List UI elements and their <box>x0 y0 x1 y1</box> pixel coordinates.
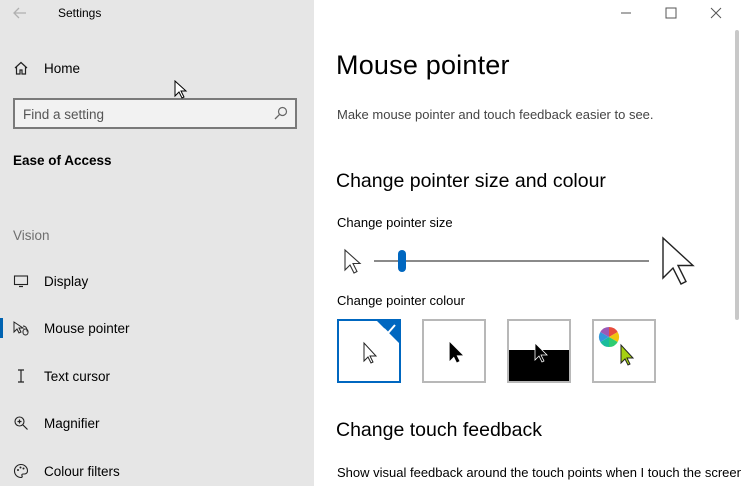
sidebar-item-label: Mouse pointer <box>44 320 130 336</box>
text-cursor-icon <box>12 367 30 385</box>
large-pointer-icon <box>662 236 695 285</box>
search-box[interactable] <box>13 98 297 129</box>
custom-pointer-icon <box>620 343 635 366</box>
search-icon[interactable] <box>273 105 291 123</box>
white-pointer-icon <box>363 341 378 364</box>
maximize-icon <box>665 7 677 19</box>
touch-feedback-heading: Change touch feedback <box>336 419 542 441</box>
search-input[interactable] <box>23 105 263 123</box>
small-pointer-icon <box>344 248 362 274</box>
pointer-size-colour-heading: Change pointer size and colour <box>336 170 606 192</box>
group-label: Vision <box>13 228 50 243</box>
page-description: Make mouse pointer and touch feedback ea… <box>337 107 654 122</box>
back-button[interactable] <box>10 4 30 22</box>
close-icon <box>710 7 722 19</box>
close-button[interactable] <box>693 0 739 26</box>
page-title: Mouse pointer <box>336 50 510 80</box>
app-title: Settings <box>58 6 102 20</box>
touch-feedback-label: Show visual feedback around the touch po… <box>337 465 741 480</box>
main-content: Mouse pointer Make mouse pointer and tou… <box>314 0 741 486</box>
slider-track[interactable] <box>374 260 649 262</box>
black-pointer-icon <box>449 342 463 363</box>
pointer-size-label: Change pointer size <box>337 215 453 230</box>
maximize-button[interactable] <box>648 0 694 26</box>
slider-thumb[interactable] <box>398 250 406 272</box>
mouse-cursor-icon <box>174 80 188 99</box>
pointer-colour-white[interactable] <box>337 319 401 383</box>
sidebar-item-label: Magnifier <box>44 415 100 431</box>
sidebar-item-label: Text cursor <box>44 368 111 384</box>
sidebar-item-label: Display <box>44 273 89 289</box>
sidebar-item-home[interactable]: Home <box>0 52 314 84</box>
sidebar-item-display[interactable]: Display <box>0 265 314 297</box>
sidebar: Settings Home Ease of Access Vision Disp… <box>0 0 314 486</box>
pointer-colour-black[interactable] <box>422 319 486 383</box>
sidebar-item-label: Colour filters <box>44 463 120 479</box>
colour-wheel-icon <box>598 326 620 348</box>
sidebar-item-label: Home <box>44 60 81 76</box>
minimize-button[interactable] <box>603 0 649 26</box>
pointer-colour-custom[interactable] <box>592 319 656 383</box>
scrollbar[interactable] <box>735 30 739 320</box>
pointer-colour-label: Change pointer colour <box>337 293 465 308</box>
sidebar-item-magnifier[interactable]: Magnifier <box>0 407 314 439</box>
sidebar-item-text-cursor[interactable]: Text cursor <box>0 360 314 392</box>
home-icon <box>12 59 30 77</box>
pointer-size-slider[interactable] <box>342 236 712 286</box>
colour-filters-icon <box>12 462 30 480</box>
mouse-pointer-icon <box>12 319 30 337</box>
sidebar-item-mouse-pointer[interactable]: Mouse pointer <box>0 312 314 344</box>
title-bar: Settings <box>0 0 314 26</box>
sidebar-item-colour-filters[interactable]: Colour filters <box>0 455 314 486</box>
minimize-icon <box>621 12 631 14</box>
pointer-colour-inverted[interactable] <box>507 319 571 383</box>
section-title: Ease of Access <box>13 153 112 168</box>
back-arrow-icon <box>13 7 26 19</box>
magnifier-icon <box>12 414 30 432</box>
display-icon <box>12 272 30 290</box>
